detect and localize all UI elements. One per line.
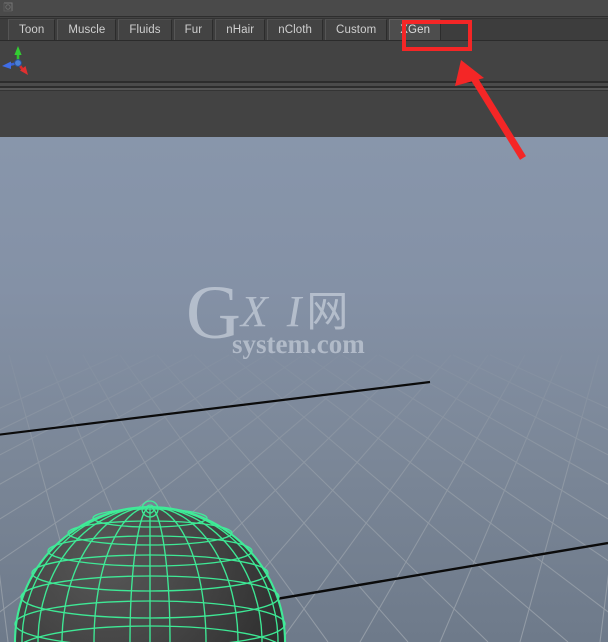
shelf-tab-label: Custom xyxy=(336,24,377,36)
shelf-tab-label: Muscle xyxy=(68,24,106,36)
shelf-tab-bar[interactable]: Toon Muscle Fluids Fur nHair nCloth Cust… xyxy=(0,18,608,41)
shelf-tab-label: nHair xyxy=(226,24,255,36)
shelf-tab-label: nCloth xyxy=(278,24,313,36)
shelf-tab-muscle[interactable]: Muscle xyxy=(57,19,117,40)
window-top-strip xyxy=(0,0,608,17)
view-axis-gizmo-icon[interactable] xyxy=(1,44,35,78)
shelf-overflow-icon[interactable] xyxy=(2,1,14,13)
shelf-tab-custom[interactable]: Custom xyxy=(325,19,388,40)
viewport-scene xyxy=(0,354,608,642)
shelf-tab-toon[interactable]: Toon xyxy=(8,19,56,40)
shelf-tab-xgen[interactable]: XGen xyxy=(389,19,442,40)
shelf-tab-label: XGen xyxy=(400,24,431,36)
toolbar-lower-band xyxy=(0,91,608,137)
shelf-button-row xyxy=(0,41,608,81)
maya-window: Toon Muscle Fluids Fur nHair nCloth Cust… xyxy=(0,0,608,642)
shelf-tab-fur[interactable]: Fur xyxy=(173,19,214,40)
persp-viewport[interactable]: G X I 网 system.com xyxy=(0,137,608,642)
shelf-tab-label: Fluids xyxy=(129,24,161,36)
shelf-tab-label: Fur xyxy=(184,24,203,36)
shelf-tab-ncloth[interactable]: nCloth xyxy=(267,19,324,40)
shelf-tab-fluids[interactable]: Fluids xyxy=(118,19,172,40)
shelf-tab-label: Toon xyxy=(19,24,45,36)
shelf-tab-nhair[interactable]: nHair xyxy=(215,19,266,40)
